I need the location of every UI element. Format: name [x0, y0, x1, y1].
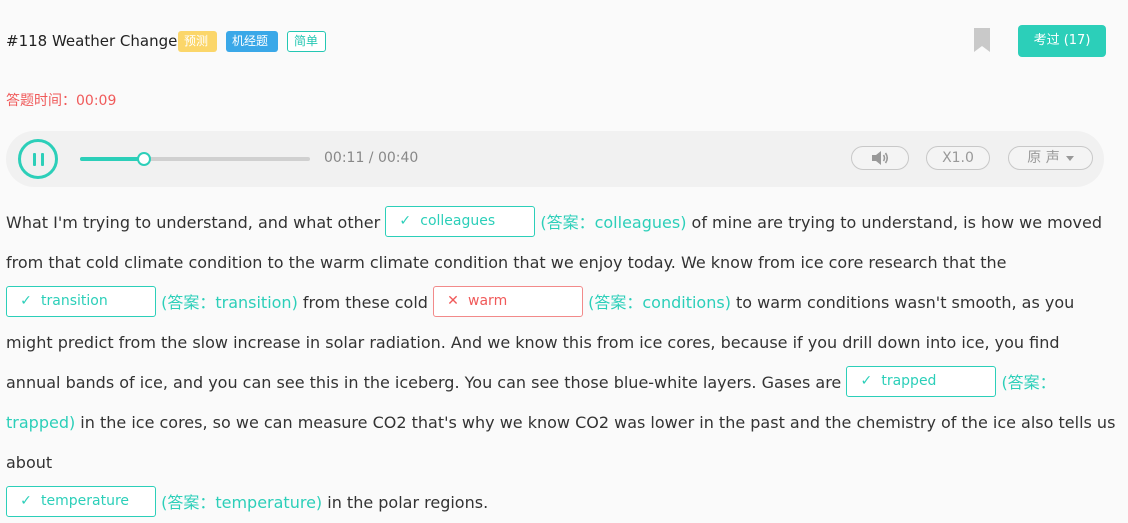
pause-button[interactable]	[18, 139, 58, 179]
blank-value: colleagues	[420, 213, 496, 229]
audio-player: 00:11 / 00:40 X1.0 原 声	[6, 131, 1104, 187]
voice-label: 原 声	[1027, 150, 1060, 166]
tag-predict: 预测	[178, 31, 217, 52]
speed-button[interactable]: X1.0	[926, 146, 990, 170]
cross-icon: ✕	[447, 293, 459, 309]
answer-value: colleagues	[594, 213, 681, 232]
answer-timer: 答题时间：00:09	[6, 90, 116, 110]
header: #118 Weather Change 预测 机经题 简单 考过 (17)	[6, 25, 1116, 57]
answer-value: transition	[215, 293, 292, 312]
check-icon: ✓	[399, 213, 412, 229]
blank-input-2[interactable]: ✓ transition	[6, 286, 156, 317]
blank-input-1[interactable]: ✓ colleagues	[385, 206, 536, 237]
blank-input-4[interactable]: ✓ trapped	[846, 366, 997, 397]
check-icon: ✓	[20, 493, 32, 509]
passage-text: in the ice cores, so we can measure CO2 …	[6, 413, 1116, 472]
pause-icon	[33, 153, 36, 166]
time-readout: 00:11 / 00:40	[324, 150, 419, 166]
blank-input-3[interactable]: ✕ warm	[433, 286, 584, 317]
passed-count-button[interactable]: 考过 (17)	[1018, 25, 1106, 57]
progress-fill	[80, 157, 144, 161]
answer-hint: (答案：conditions)	[588, 293, 731, 312]
answer-hint: (答案：colleagues)	[540, 213, 686, 232]
blank-value: temperature	[41, 493, 129, 509]
answer-prefix: (答案：	[588, 293, 643, 312]
timer-value: 00:09	[76, 93, 117, 109]
check-icon: ✓	[20, 293, 32, 309]
passage-text: What I'm trying to understand, and what …	[6, 213, 386, 232]
passage-text: from these cold	[297, 293, 434, 312]
answer-prefix: (答案：	[540, 213, 595, 232]
question-title: #118 Weather Change	[6, 32, 178, 50]
progress-handle[interactable]	[137, 152, 152, 166]
check-icon: ✓	[860, 373, 873, 389]
timer-label: 答题时间：	[6, 93, 76, 109]
tag-difficulty: 简单	[287, 31, 326, 52]
pause-icon-bar	[41, 153, 44, 166]
blank-value: transition	[41, 293, 108, 309]
answer-hint: (答案：transition)	[161, 293, 298, 312]
tag-machine-question: 机经题	[226, 31, 278, 52]
caret-down-icon	[1065, 155, 1074, 161]
progress-track[interactable]	[80, 152, 310, 166]
blank-value: warm	[468, 293, 508, 309]
volume-icon	[872, 151, 889, 165]
blank-input-5[interactable]: ✓ temperature	[6, 486, 156, 517]
volume-button[interactable]	[851, 146, 909, 170]
passage: What I'm trying to understand, and what …	[6, 203, 1116, 523]
bookmark-icon[interactable]	[974, 28, 990, 52]
answer-value: trapped	[6, 413, 69, 432]
answer-prefix: (答案：	[161, 293, 216, 312]
blank-value: trapped	[881, 373, 937, 389]
answer-value: conditions	[642, 293, 725, 312]
answer-prefix: (答案：	[1001, 373, 1056, 392]
voice-select[interactable]: 原 声	[1008, 146, 1093, 170]
